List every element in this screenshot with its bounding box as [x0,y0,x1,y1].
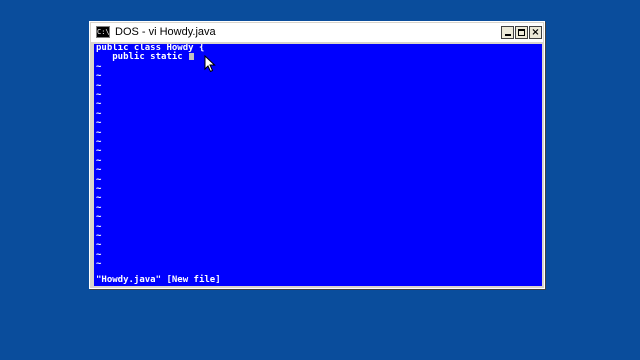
code-line: public static [96,52,195,63]
console-area[interactable]: public class Howdy { public static ~ ~ ~ ~ ~… [94,44,542,286]
code-line-text: public static [96,52,189,63]
window-title: DOS - vi Howdy.java [115,26,216,38]
empty-line-marker: ~ [96,259,102,270]
maximize-icon [518,29,525,36]
minimize-button[interactable] [501,26,514,39]
close-button[interactable]: × [529,26,542,39]
mouse-pointer-icon [204,55,216,73]
title-bar[interactable]: C:\ DOS - vi Howdy.java × [91,23,543,42]
console-window[interactable]: C:\ DOS - vi Howdy.java × public class H… [89,21,545,289]
maximize-button[interactable] [515,26,528,39]
close-icon: × [531,27,540,38]
text-cursor [189,53,195,61]
console-icon[interactable]: C:\ [96,26,110,38]
status-line: "Howdy.java" [New file] [96,275,221,285]
minimize-icon [505,34,511,36]
